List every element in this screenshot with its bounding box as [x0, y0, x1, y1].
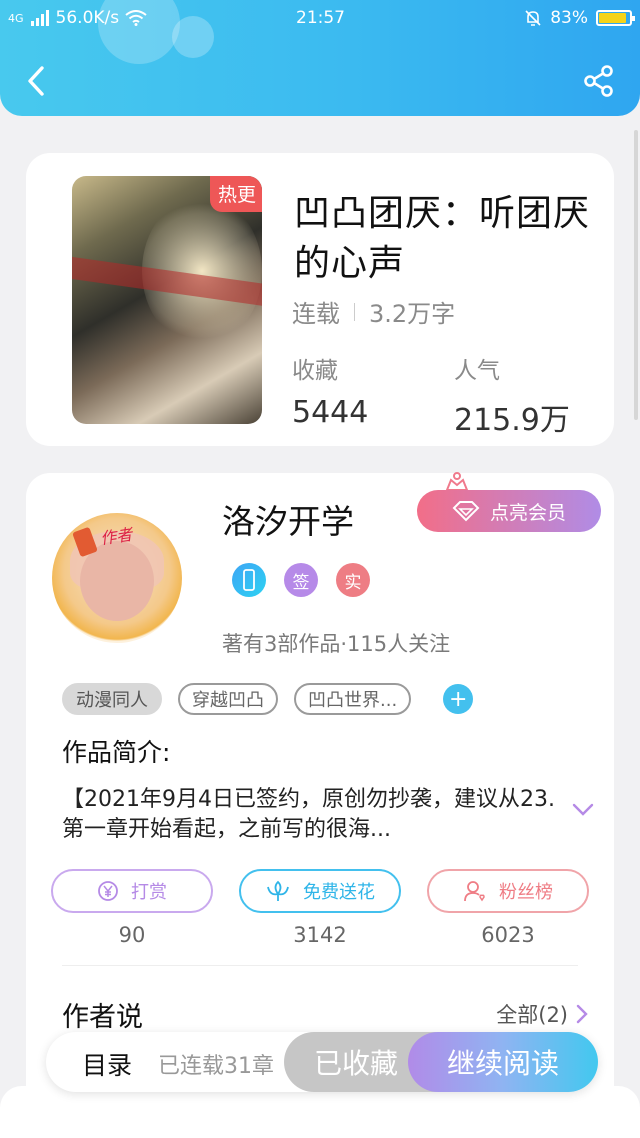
word-count: 3.2万字 — [369, 300, 456, 328]
send-flower-button[interactable]: 免费送花 — [239, 869, 401, 913]
status-right: 83% — [524, 8, 635, 28]
battery-percent: 83% — [550, 8, 588, 28]
back-arrow-icon[interactable] — [22, 62, 52, 100]
fan-ranking-button[interactable]: 粉丝榜 — [427, 869, 589, 913]
fan-count: 6023 — [481, 923, 535, 947]
battery-fill — [599, 13, 626, 23]
network-speed: 56.0K/s — [55, 8, 120, 28]
fan-ranking-label: 粉丝榜 — [499, 882, 553, 903]
section-divider — [62, 965, 578, 966]
author-says-title: 作者说 — [62, 1002, 143, 1033]
popularity-value: 215.9万 — [454, 403, 570, 438]
flower-icon — [267, 880, 289, 901]
header-bar: 4G 56.0K/s 21:57 83% — [0, 0, 640, 116]
flower-count: 3142 — [293, 923, 347, 947]
fan-user-icon — [464, 881, 485, 902]
avatar-author-tag: 作者 — [99, 524, 134, 549]
signed-badge[interactable]: 签 — [284, 563, 318, 597]
author-name[interactable]: 洛汐开学 — [222, 495, 354, 543]
book-cover[interactable]: 热更 — [72, 176, 262, 424]
chevron-down-icon[interactable] — [572, 803, 594, 817]
verified-badge[interactable]: 实 — [336, 563, 370, 597]
author-stats: 著有3部作品·115人关注 — [222, 632, 451, 656]
book-title: 凹凸团厌：听团厌的心声 — [294, 193, 591, 284]
intro-text[interactable]: 【2021年9月4日已签约，原创勿抄袭，建议从23.第一章开始看起，之前写的很海… — [62, 785, 562, 845]
battery-icon — [596, 10, 635, 26]
diamond-icon — [452, 501, 480, 522]
book-info-card: 热更 凹凸团厌：听团厌的心声 连载 3.2万字 收藏 5444 人气 215.9… — [26, 153, 614, 446]
network-type: 4G — [8, 11, 24, 25]
meta-divider — [354, 302, 355, 321]
status-bar: 4G 56.0K/s 21:57 83% — [0, 0, 640, 36]
share-icon[interactable] — [582, 64, 616, 98]
wifi-icon — [125, 10, 147, 26]
tag-item[interactable]: 动漫同人 — [62, 683, 162, 715]
tag-item[interactable]: 穿越凹凸 — [178, 683, 278, 715]
signed-badge-label: 签 — [292, 572, 310, 593]
view-all-button[interactable]: 全部(2) — [496, 999, 588, 1029]
scrollbar[interactable] — [634, 130, 638, 420]
tip-count: 90 — [118, 923, 146, 947]
add-tag-button[interactable]: + — [443, 684, 474, 714]
author-avatar[interactable]: 作者 — [52, 513, 182, 643]
send-flower-label: 免费送花 — [303, 882, 375, 903]
clock: 21:57 — [296, 8, 345, 28]
favorites-label: 收藏 — [292, 358, 338, 384]
chevron-right-icon — [576, 1004, 588, 1024]
popularity-label: 人气 — [454, 358, 500, 384]
phone-icon — [243, 569, 255, 591]
continue-reading-label: 继续阅读 — [446, 1047, 559, 1080]
serial-status: 连载 — [292, 300, 340, 328]
chapter-status[interactable]: 已连载31章 — [158, 1048, 274, 1080]
signal-icon — [30, 10, 49, 26]
bottom-sheet-background — [0, 1086, 640, 1138]
mute-bell-icon — [525, 10, 541, 26]
favorites-value: 5444 — [292, 395, 369, 430]
status-left: 4G 56.0K/s — [8, 8, 147, 28]
phone-badge-icon[interactable] — [232, 563, 266, 597]
tag-list: 动漫同人 穿越凹凸 凹凸世界... + — [62, 683, 474, 715]
view-all-label: 全部(2) — [496, 1003, 568, 1027]
verified-badge-label: 实 — [344, 572, 362, 593]
bottom-action-bar: 目录 已连载31章 已收藏 继续阅读 — [46, 1032, 598, 1092]
intro-title: 作品简介: — [62, 738, 171, 767]
tip-label: 打赏 — [131, 882, 167, 903]
tag-item[interactable]: 凹凸世界... — [294, 683, 412, 715]
book-meta: 连载 3.2万字 — [292, 294, 455, 329]
hot-badge: 热更 — [209, 176, 262, 212]
toc-button[interactable]: 目录 — [82, 1046, 132, 1082]
yen-coin-icon — [98, 881, 118, 901]
vip-button[interactable]: 点亮会员 — [417, 490, 601, 532]
continue-reading-button[interactable]: 继续阅读 — [408, 1032, 598, 1092]
vip-label: 点亮会员 — [489, 501, 566, 524]
favorited-label: 已收藏 — [314, 1047, 399, 1080]
tip-button[interactable]: 打赏 — [51, 869, 213, 913]
